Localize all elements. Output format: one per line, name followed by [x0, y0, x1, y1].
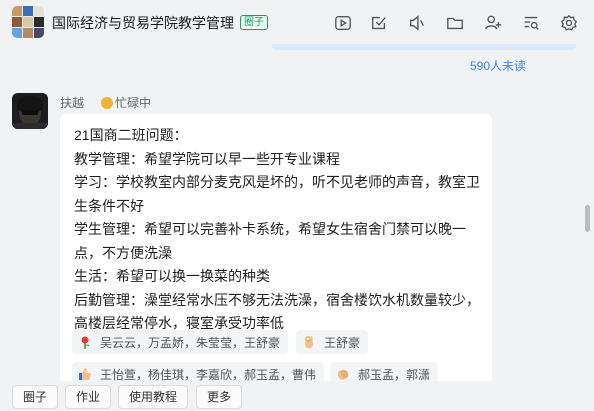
chat-header: 国际经济与贸易学院教学管理 圈子	[0, 0, 594, 46]
thumbs-up-icon	[78, 367, 92, 381]
reaction-users: 王怡萱，杨佳琪，李嘉欣，郝玉孟，曹伟	[100, 367, 317, 382]
reaction-rose[interactable]: 吴云云，万孟娇，朱莹莹，王舒豪	[72, 330, 289, 354]
chat-scrollbar-thumb[interactable]	[585, 205, 590, 232]
unread-count-link[interactable]: 590人未读	[470, 57, 526, 74]
group-type-badge: 圈子	[240, 15, 268, 30]
reaction-ok-hand[interactable]: 王舒豪	[296, 330, 369, 354]
quick-action-tutorial[interactable]: 使用教程	[118, 385, 189, 409]
quick-action-more[interactable]: 更多	[196, 385, 243, 409]
folder-icon[interactable]	[445, 13, 465, 33]
quick-action-circle[interactable]: 圈子	[12, 385, 59, 409]
message-line: 教学管理：希望学院可以早一些开专业课程	[74, 150, 340, 167]
search-history-icon[interactable]	[521, 13, 541, 33]
message-text: 21国商二班问题： 教学管理：希望学院可以早一些开专业课程 学习：学校教室内部分…	[74, 124, 482, 336]
reaction-users: 郝玉孟，郭潇	[358, 367, 431, 382]
video-icon[interactable]	[333, 13, 353, 33]
message-line: 生活：希望可以换一换菜的种类	[74, 268, 270, 284]
group-title: 国际经济与贸易学院教学管理	[52, 15, 234, 31]
sender-avatar[interactable]	[12, 93, 48, 129]
task-check-icon[interactable]	[369, 13, 389, 33]
sender-status-text: 忙碌中	[115, 96, 152, 110]
sender-name[interactable]: 扶越	[60, 94, 84, 111]
previous-message-edge	[272, 44, 576, 50]
message-line: 21国商二班问题：	[74, 127, 188, 143]
rose-icon	[78, 335, 92, 349]
settings-icon[interactable]	[559, 13, 579, 33]
busy-status-icon	[101, 96, 113, 109]
quick-action-homework[interactable]: 作业	[65, 385, 112, 409]
announcement-icon[interactable]	[407, 13, 427, 33]
group-avatar[interactable]	[12, 6, 44, 38]
clap-icon	[336, 367, 350, 381]
reaction-users: 王舒豪	[324, 335, 361, 350]
reaction-users: 吴云云，万孟娇，朱莹莹，王舒豪	[100, 335, 281, 350]
message-line: 学习：学校教室内部分麦克风是坏的，听不见老师的声音，教室卫生条件不好	[74, 174, 480, 214]
sender-status: 忙碌中	[101, 94, 151, 111]
add-member-icon[interactable]	[483, 13, 503, 33]
ok-hand-icon	[302, 335, 316, 349]
message-line: 后勤管理：澡堂经常水压不够无法洗澡，宿舍楼饮水机数量较少，高楼层经常停水，寝室承…	[74, 291, 480, 332]
message-line: 学生管理：希望可以完善补卡系统，希望女生宿舍门禁可以晚一点，不方便洗澡	[74, 221, 466, 261]
